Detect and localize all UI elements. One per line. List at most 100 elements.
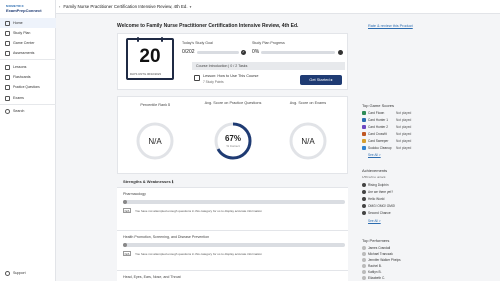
search-icon (5, 108, 10, 114)
strength-category: Pharmacology (123, 192, 146, 196)
nav-item-search[interactable]: Search (0, 106, 56, 116)
nav-label: Exams (13, 96, 24, 100)
game-name: Card Crossfit (368, 132, 387, 136)
achievement-row[interactable]: Rising Dolphin (362, 182, 389, 188)
game-score-row[interactable]: Card Crossfit Not played (362, 131, 411, 137)
study-goal-label: Today's Study Goal (182, 41, 213, 45)
achievement-row[interactable]: Are we there yet? (362, 189, 393, 195)
study-goal-value: 0/202 (182, 49, 195, 55)
calendar-ring (161, 37, 163, 42)
achievements-see-all-link[interactable]: See All > (368, 219, 381, 223)
achievements-sub: 1/56 left to unlock (362, 174, 386, 180)
nav-item-practice-questions[interactable]: Practice Questions (0, 82, 56, 92)
strength-row: Pharmacology N/A You have not attempted … (117, 187, 348, 230)
nav-label: Flashcards (13, 75, 31, 79)
checklist-icon (5, 50, 10, 56)
exam-score-title: Avg. Score on Exams (289, 101, 327, 105)
nav-label: Assessments (13, 51, 35, 55)
nav-item-home[interactable]: Home (0, 18, 56, 28)
check-icon: ✓ (241, 50, 246, 55)
chevron-down-icon[interactable]: ▾ (190, 5, 192, 9)
nav-item-assessments[interactable]: Assessments (0, 48, 56, 58)
nav-label: Practice Questions (13, 85, 40, 89)
performer-name: Jennifer Walker Phelps (368, 258, 401, 262)
strength-knob (123, 243, 127, 247)
top-bar: ‹ Family Nurse Practitioner Certificatio… (56, 0, 500, 14)
get-started-button[interactable]: Get Started ▸ (300, 75, 342, 85)
performer-name: Rachel B. (368, 264, 382, 268)
games-see-all-link[interactable]: See All > (368, 153, 381, 157)
achievement-icon (362, 211, 366, 215)
nav-item-flashcards[interactable]: Flashcards (0, 72, 56, 82)
lesson-icon (194, 75, 200, 81)
practice-score-title: Avg. Score on Practice Questions (204, 101, 262, 105)
nav-label: Search (13, 109, 25, 113)
gamepad-icon (5, 40, 10, 46)
strength-row: Head, Eyes, Ears, Nose, and Throat (117, 270, 348, 281)
percentile-rank-title: Percentile Rank ℹ (140, 103, 170, 107)
nav-item-lessons[interactable]: Lessons (0, 62, 56, 72)
avatar (362, 252, 366, 256)
nav-item-study-plan[interactable]: Study Plan (0, 28, 56, 38)
game-icon (362, 146, 366, 150)
lesson-subtitle: 7 Study Points (203, 80, 224, 84)
achievement-row[interactable]: Hello World (362, 196, 384, 202)
strength-row: Health Promotion, Screening, and Disease… (117, 230, 348, 273)
calendar-ring (137, 37, 139, 42)
sidebar: MOMETRIX ExamPrepConnect Home Study Plan… (0, 0, 56, 281)
nav-label: Game Center (13, 41, 35, 45)
course-intro-bar[interactable]: Course Introduction | 0 / 2 Tasks (192, 62, 345, 70)
home-icon (5, 20, 10, 26)
game-status: Not played (396, 125, 412, 129)
strength-track (123, 200, 345, 204)
sidebar-divider (0, 104, 56, 105)
top-performers-heading: Top Performers (362, 238, 390, 243)
game-name: Sudoku Cleanup (368, 146, 392, 150)
achievement-name: OMG! OMG! OMG! (368, 204, 396, 208)
strength-track (123, 243, 345, 247)
game-score-row[interactable]: Card Hunter 1 Not played (362, 117, 411, 123)
scores-card: Percentile Rank ℹ N/A Avg. Score on Prac… (117, 96, 348, 174)
avatar (362, 246, 366, 250)
lesson-title[interactable]: Lesson: How to Use This Course (203, 74, 258, 78)
nav-item-exams[interactable]: Exams (0, 93, 56, 103)
sidebar-divider (0, 59, 56, 60)
menu-toggle-icon[interactable]: ‹ (59, 4, 60, 9)
plan-progress-value: 0% (252, 49, 260, 55)
achievement-name: Second Chance (368, 211, 391, 215)
game-score-row[interactable]: Sudoku Cleanup Not played (362, 145, 411, 151)
achievement-row[interactable]: Second Chance (362, 210, 391, 216)
achievement-row[interactable]: OMG! OMG! OMG! (362, 203, 395, 209)
achievement-name: Rising Dolphin (368, 183, 389, 187)
strength-category: Head, Eyes, Ears, Nose, and Throat (123, 275, 181, 279)
avatar (362, 276, 366, 280)
game-icon (362, 118, 366, 122)
game-icon (362, 139, 366, 143)
achievement-icon (362, 183, 366, 187)
game-score-row[interactable]: Card Flown Not played (362, 110, 411, 116)
performer-row: Elizabeth C. (362, 275, 385, 281)
strength-knob (123, 200, 127, 204)
performer-name: James Crandall (368, 246, 391, 250)
avatar (362, 270, 366, 274)
rate-review-link[interactable]: Rate & review this Product (368, 24, 413, 28)
nav-item-support[interactable]: Support (0, 268, 56, 278)
game-name: Card Sweeper (368, 139, 389, 143)
game-score-row[interactable]: Card Hunter 2 Not played (362, 124, 411, 130)
game-status: Not played (396, 132, 412, 136)
avatar (362, 264, 366, 268)
game-status: Not played (396, 146, 412, 150)
game-scores-heading: Top Game Scores (362, 103, 395, 108)
course-title[interactable]: Family Nurse Practitioner Certification … (63, 4, 187, 9)
study-goal-bar (197, 51, 239, 54)
achievements-heading: Achievements (362, 168, 388, 173)
game-score-row[interactable]: Card Sweeper Not played (362, 138, 411, 144)
days-until-calendar[interactable]: 20 DAYS UNTIL 06/10/2023 (126, 37, 174, 80)
performer-name: Elizabeth C. (368, 276, 386, 280)
nav-item-game-center[interactable]: Game Center (0, 38, 56, 48)
study-plan-card: 20 DAYS UNTIL 06/10/2023 Today's Study G… (117, 33, 348, 90)
achievement-name: Are we there yet? (368, 190, 393, 194)
avatar (362, 258, 366, 262)
logo[interactable]: MOMETRIX ExamPrepConnect (6, 4, 50, 14)
nav-label: Support (13, 271, 26, 275)
